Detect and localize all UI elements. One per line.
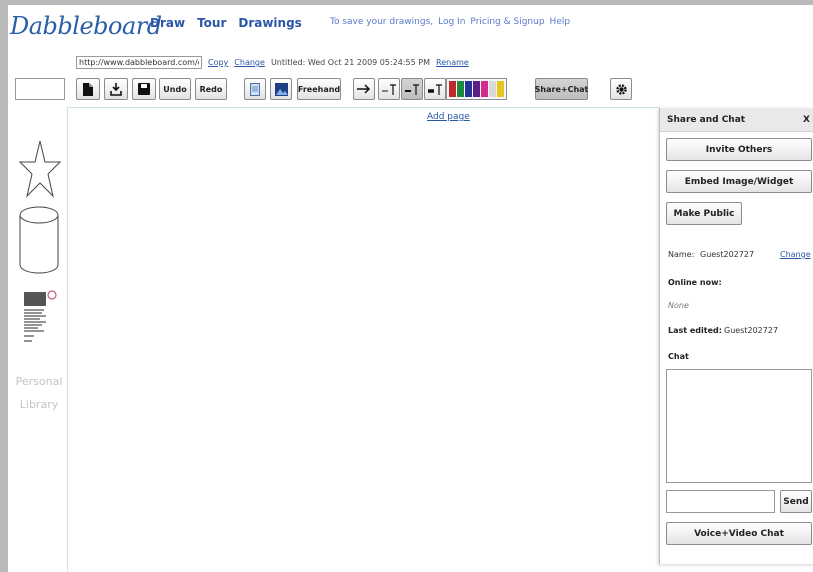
drawing-title: Untitled: Wed Oct 21 2009 05:24:55 PM — [270, 58, 431, 67]
rename-link[interactable]: Rename — [436, 58, 469, 67]
cylinder-shape-icon[interactable] — [18, 205, 60, 275]
color-swatch-yellow[interactable] — [497, 81, 504, 97]
page-icon — [250, 82, 260, 96]
share-panel-header: Share and Chat X — [660, 108, 813, 132]
auth-line: To save your drawings, Log In Pricing & … — [330, 17, 570, 27]
color-swatch-green[interactable] — [457, 81, 464, 97]
login-link[interactable]: Log In — [438, 17, 465, 27]
gear-icon — [615, 83, 627, 95]
window-frame-left — [0, 0, 8, 572]
chat-messages-area[interactable] — [666, 369, 812, 483]
download-icon — [110, 82, 122, 96]
zoom-input[interactable] — [15, 78, 65, 100]
line-medium-button[interactable] — [401, 78, 423, 100]
redo-button[interactable]: Redo — [195, 78, 227, 100]
color-swatch-pink[interactable] — [481, 81, 488, 97]
color-swatch-purple[interactable] — [473, 81, 480, 97]
last-edited-value: Guest202727 — [724, 326, 779, 335]
save-button[interactable] — [132, 78, 156, 100]
star-shape-icon[interactable] — [18, 138, 62, 200]
window-frame-top — [0, 0, 813, 5]
undo-button[interactable]: Undo — [159, 78, 191, 100]
help-link[interactable]: Help — [550, 17, 571, 27]
chat-message-input[interactable] — [666, 490, 775, 513]
send-chat-button[interactable]: Send — [780, 490, 812, 513]
canvas-left-rule — [67, 107, 68, 572]
download-button[interactable] — [104, 78, 128, 100]
main-nav: Draw Tour Drawings — [150, 16, 302, 30]
nav-tour[interactable]: Tour — [197, 16, 226, 30]
save-prompt: To save your drawings, — [330, 17, 434, 27]
save-disk-icon — [138, 83, 150, 95]
voice-video-chat-button[interactable]: Voice+Video Chat — [666, 522, 812, 545]
document-info-row: Copy Change Untitled: Wed Oct 21 2009 05… — [76, 56, 469, 69]
color-swatch-gray[interactable] — [489, 81, 496, 97]
drawing-url-field[interactable] — [76, 56, 202, 69]
settings-button[interactable] — [610, 78, 632, 100]
line-thin-icon — [382, 84, 396, 95]
line-thick-icon — [428, 84, 442, 95]
image-icon — [274, 82, 288, 96]
share-chat-panel: Share and Chat X Invite Others Embed Ima… — [659, 108, 813, 564]
page-tool-button[interactable] — [244, 78, 266, 100]
nav-draw[interactable]: Draw — [150, 16, 185, 30]
personal-library-label-2: Library — [19, 398, 59, 411]
add-page-link[interactable]: Add page — [427, 112, 470, 122]
nav-drawings[interactable]: Drawings — [238, 16, 301, 30]
new-document-icon — [83, 82, 93, 96]
color-swatch-blue[interactable] — [465, 81, 472, 97]
change-name-link[interactable]: Change — [780, 250, 811, 259]
color-swatch-red[interactable] — [449, 81, 456, 97]
make-public-button[interactable]: Make Public — [666, 202, 742, 225]
color-palette — [446, 78, 507, 100]
freehand-button[interactable]: Freehand — [297, 78, 341, 100]
arrow-right-icon — [357, 84, 371, 94]
change-url-link[interactable]: Change — [234, 58, 265, 67]
line-thin-button[interactable] — [378, 78, 400, 100]
guest-name: Guest202727 — [700, 250, 755, 259]
chat-label: Chat — [668, 352, 689, 361]
personal-library-label-1: Personal — [15, 375, 63, 388]
line-medium-icon — [405, 84, 419, 95]
online-now-label: Online now: — [668, 278, 722, 287]
pricing-link[interactable]: Pricing & Signup — [470, 17, 544, 27]
arrow-tool-button[interactable] — [353, 78, 375, 100]
canvas-top-rule — [67, 107, 660, 108]
close-panel-button[interactable]: X — [803, 115, 810, 125]
embed-image-widget-button[interactable]: Embed Image/Widget — [666, 170, 812, 193]
share-panel-title: Share and Chat — [667, 114, 746, 125]
image-tool-button[interactable] — [270, 78, 292, 100]
share-chat-button[interactable]: Share+Chat — [535, 78, 588, 100]
last-edited-label: Last edited: — [668, 326, 722, 335]
new-drawing-button[interactable] — [76, 78, 100, 100]
copy-url-link[interactable]: Copy — [208, 58, 228, 67]
line-thick-button[interactable] — [424, 78, 446, 100]
invite-others-button[interactable]: Invite Others — [666, 138, 812, 161]
document-thumbnail-icon[interactable] — [22, 288, 60, 348]
online-now-value: None — [668, 301, 689, 310]
name-label: Name: — [668, 250, 695, 259]
app-logo[interactable]: Dabbleboard — [10, 12, 162, 40]
